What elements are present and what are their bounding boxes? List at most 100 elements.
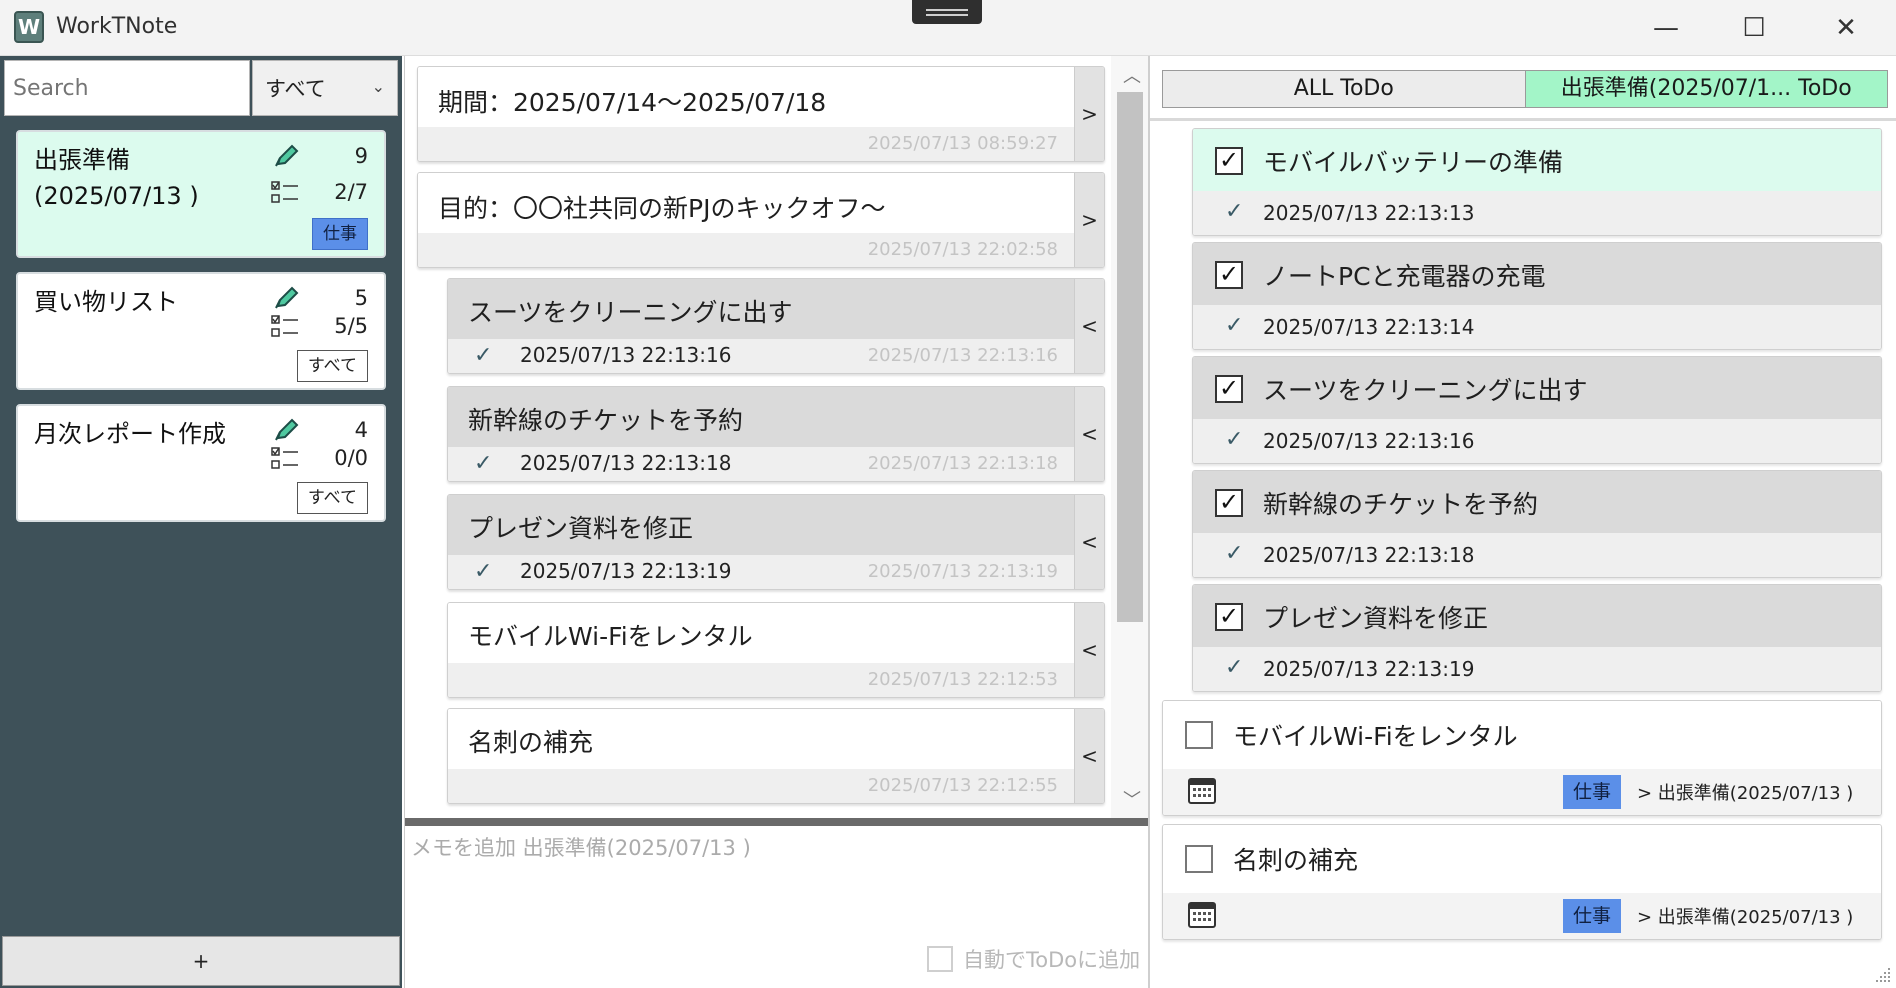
todo-item[interactable]: ✓ スーツをクリーニングに出す ✓ 2025/07/13 22:13:16 (1192, 356, 1882, 464)
memo-card[interactable]: モバイルWi-Fiをレンタル 2025/07/13 22:12:53 < (447, 602, 1105, 698)
title-bar: W WorkTNote — ☐ ✕ (0, 0, 1896, 56)
memo-expand-button[interactable]: > (1074, 67, 1104, 161)
checkbox-checked[interactable]: ✓ (1215, 261, 1243, 289)
memo-card[interactable]: 新幹線のチケットを予約 ✓ 2025/07/13 22:13:18 2025/0… (447, 386, 1105, 482)
memo-card[interactable]: 目的：〇〇社共同の新PJのキックオフ〜 2025/07/13 22:02:58 … (417, 172, 1105, 268)
todo-text: モバイルWi-Fiをレンタル (1233, 722, 1518, 751)
memo-collapse-button[interactable]: < (1074, 495, 1104, 589)
todo-text: ノートPCと充電器の充電 (1263, 262, 1546, 291)
todo-item[interactable]: 名刺の補充 仕事 > 出張準備(2025/07/13 ) (1162, 824, 1882, 940)
memo-card[interactable]: プレゼン資料を修正 ✓ 2025/07/13 22:13:19 2025/07/… (447, 494, 1105, 590)
window-title: WorkTNote (56, 14, 178, 39)
calendar-icon[interactable] (1187, 899, 1217, 929)
close-button[interactable]: ✕ (1816, 6, 1876, 50)
memo-done-time: 2025/07/13 22:13:16 (520, 343, 732, 367)
note-title: 買い物リスト (34, 288, 178, 316)
todo-text: 新幹線のチケットを予約 (1263, 490, 1539, 519)
note-title: 出張準備 (2025/07/13 ) (34, 146, 199, 210)
note-card[interactable]: 出張準備 (2025/07/13 ) 9 2/7 仕事 (16, 130, 386, 258)
todo-text: スーツをクリーニングに出す (1263, 376, 1588, 405)
tag-button[interactable]: 仕事 (312, 218, 368, 250)
check-icon: ✓ (1225, 541, 1244, 566)
note-card[interactable]: 月次レポート作成 4 0/0 すべて (16, 404, 386, 522)
memo-panel: 期間：2025/07/14〜2025/07/18 2025/07/13 08:5… (404, 56, 1149, 988)
todo-done-time: 2025/07/13 22:13:16 (1263, 429, 1475, 453)
todo-item[interactable]: モバイルWi-Fiをレンタル 仕事 > 出張準備(2025/07/13 ) (1162, 700, 1882, 816)
splitter[interactable] (405, 818, 1149, 826)
todo-tag[interactable]: 仕事 (1563, 899, 1622, 933)
note-card[interactable]: 買い物リスト 5 5/5 すべて (16, 272, 386, 390)
memo-list[interactable]: 期間：2025/07/14〜2025/07/18 2025/07/13 08:5… (405, 56, 1149, 822)
todo-tag[interactable]: 仕事 (1563, 775, 1622, 809)
minimize-button[interactable]: — (1636, 6, 1696, 50)
checkbox-icon[interactable] (927, 946, 953, 972)
checkbox-unchecked[interactable] (1185, 721, 1213, 749)
todo-done-time: 2025/07/13 22:13:14 (1263, 315, 1475, 339)
tag-button[interactable]: すべて (296, 350, 368, 382)
checkbox-checked[interactable]: ✓ (1215, 489, 1243, 517)
scroll-thumb[interactable] (1117, 92, 1143, 622)
checkbox-checked[interactable]: ✓ (1215, 603, 1243, 631)
pencil-icon (275, 286, 299, 309)
memo-text: スーツをクリーニングに出す (468, 298, 793, 327)
auto-todo-checkbox[interactable]: 自動でToDoに追加 (927, 944, 1140, 974)
memo-count: 4 (354, 418, 368, 442)
checkbox-checked[interactable]: ✓ (1215, 147, 1243, 175)
memo-collapse-button[interactable]: < (1074, 603, 1104, 697)
todo-text: プレゼン資料を修正 (1263, 604, 1489, 633)
checkbox-checked[interactable]: ✓ (1215, 375, 1243, 403)
memo-done-time: 2025/07/13 22:13:18 (520, 451, 732, 475)
auto-todo-label: 自動でToDoに追加 (963, 948, 1141, 972)
memo-input[interactable]: メモを追加 出張準備(2025/07/13 ) (411, 832, 1131, 862)
checklist-icon (271, 447, 298, 469)
memo-collapse-button[interactable]: < (1074, 387, 1104, 481)
tab-note-todo[interactable]: 出張準備(2025/07/1... ToDo (1525, 70, 1888, 108)
note-title: 月次レポート作成 (34, 420, 226, 448)
todo-text: モバイルバッテリーの準備 (1263, 148, 1564, 177)
todo-done-time: 2025/07/13 22:13:18 (1263, 543, 1475, 567)
calendar-icon[interactable] (1187, 775, 1217, 805)
tag-button[interactable]: すべて (296, 482, 368, 514)
todo-note-link[interactable]: > 出張準備(2025/07/13 ) (1637, 903, 1853, 929)
memo-done-time: 2025/07/13 22:13:19 (520, 559, 732, 583)
search-input[interactable] (4, 60, 250, 116)
check-icon: ✓ (474, 559, 493, 584)
memo-expand-button[interactable]: > (1074, 173, 1104, 267)
drag-handle[interactable] (912, 0, 982, 24)
maximize-button[interactable]: ☐ (1724, 6, 1784, 50)
checklist-icon (271, 181, 298, 203)
todo-note-link[interactable]: > 出張準備(2025/07/13 ) (1637, 779, 1853, 805)
scroll-down-icon[interactable]: ﹀ (1123, 786, 1141, 812)
memo-collapse-button[interactable]: < (1074, 279, 1104, 373)
memo-card[interactable]: スーツをクリーニングに出す ✓ 2025/07/13 22:13:16 2025… (447, 278, 1105, 374)
filter-select[interactable]: すべて ⌄ (252, 60, 398, 116)
pencil-icon (275, 144, 299, 167)
memo-timestamp: 2025/07/13 22:12:55 (867, 775, 1058, 796)
tab-all-todo[interactable]: ALL ToDo (1162, 70, 1526, 108)
scroll-up-icon[interactable]: ︿ (1123, 62, 1141, 88)
check-icon: ✓ (474, 451, 493, 476)
resize-grip-icon[interactable] (1872, 964, 1892, 984)
app-logo-icon: W (14, 11, 44, 43)
memo-timestamp: 2025/07/13 22:13:18 (867, 453, 1058, 474)
memo-text: モバイルWi-Fiをレンタル (468, 622, 753, 651)
todo-item[interactable]: ✓ ノートPCと充電器の充電 ✓ 2025/07/13 22:13:14 (1192, 242, 1882, 350)
check-icon: ✓ (1225, 655, 1244, 680)
memo-scrollbar[interactable]: ︿ ﹀ (1111, 56, 1149, 822)
memo-collapse-button[interactable]: < (1074, 709, 1104, 803)
memo-timestamp: 2025/07/13 22:02:58 (867, 239, 1058, 260)
pencil-icon (275, 418, 299, 441)
checkbox-unchecked[interactable] (1185, 845, 1213, 873)
memo-text: プレゼン資料を修正 (468, 514, 694, 543)
check-icon: ✓ (474, 343, 493, 368)
todo-item[interactable]: ✓ モバイルバッテリーの準備 ✓ 2025/07/13 22:13:13 (1192, 128, 1882, 236)
todo-text: 名刺の補充 (1233, 846, 1359, 875)
add-note-button[interactable]: + (2, 936, 400, 986)
memo-card[interactable]: 期間：2025/07/14〜2025/07/18 2025/07/13 08:5… (417, 66, 1105, 162)
todo-tabs: ALL ToDo 出張準備(2025/07/1... ToDo (1162, 70, 1888, 108)
todo-item[interactable]: ✓ プレゼン資料を修正 ✓ 2025/07/13 22:13:19 (1192, 584, 1882, 692)
todo-item[interactable]: ✓ 新幹線のチケットを予約 ✓ 2025/07/13 22:13:18 (1192, 470, 1882, 578)
memo-count: 9 (354, 144, 368, 168)
memo-card[interactable]: 名刺の補充 2025/07/13 22:12:55 < (447, 708, 1105, 804)
check-icon: ✓ (1225, 199, 1244, 224)
